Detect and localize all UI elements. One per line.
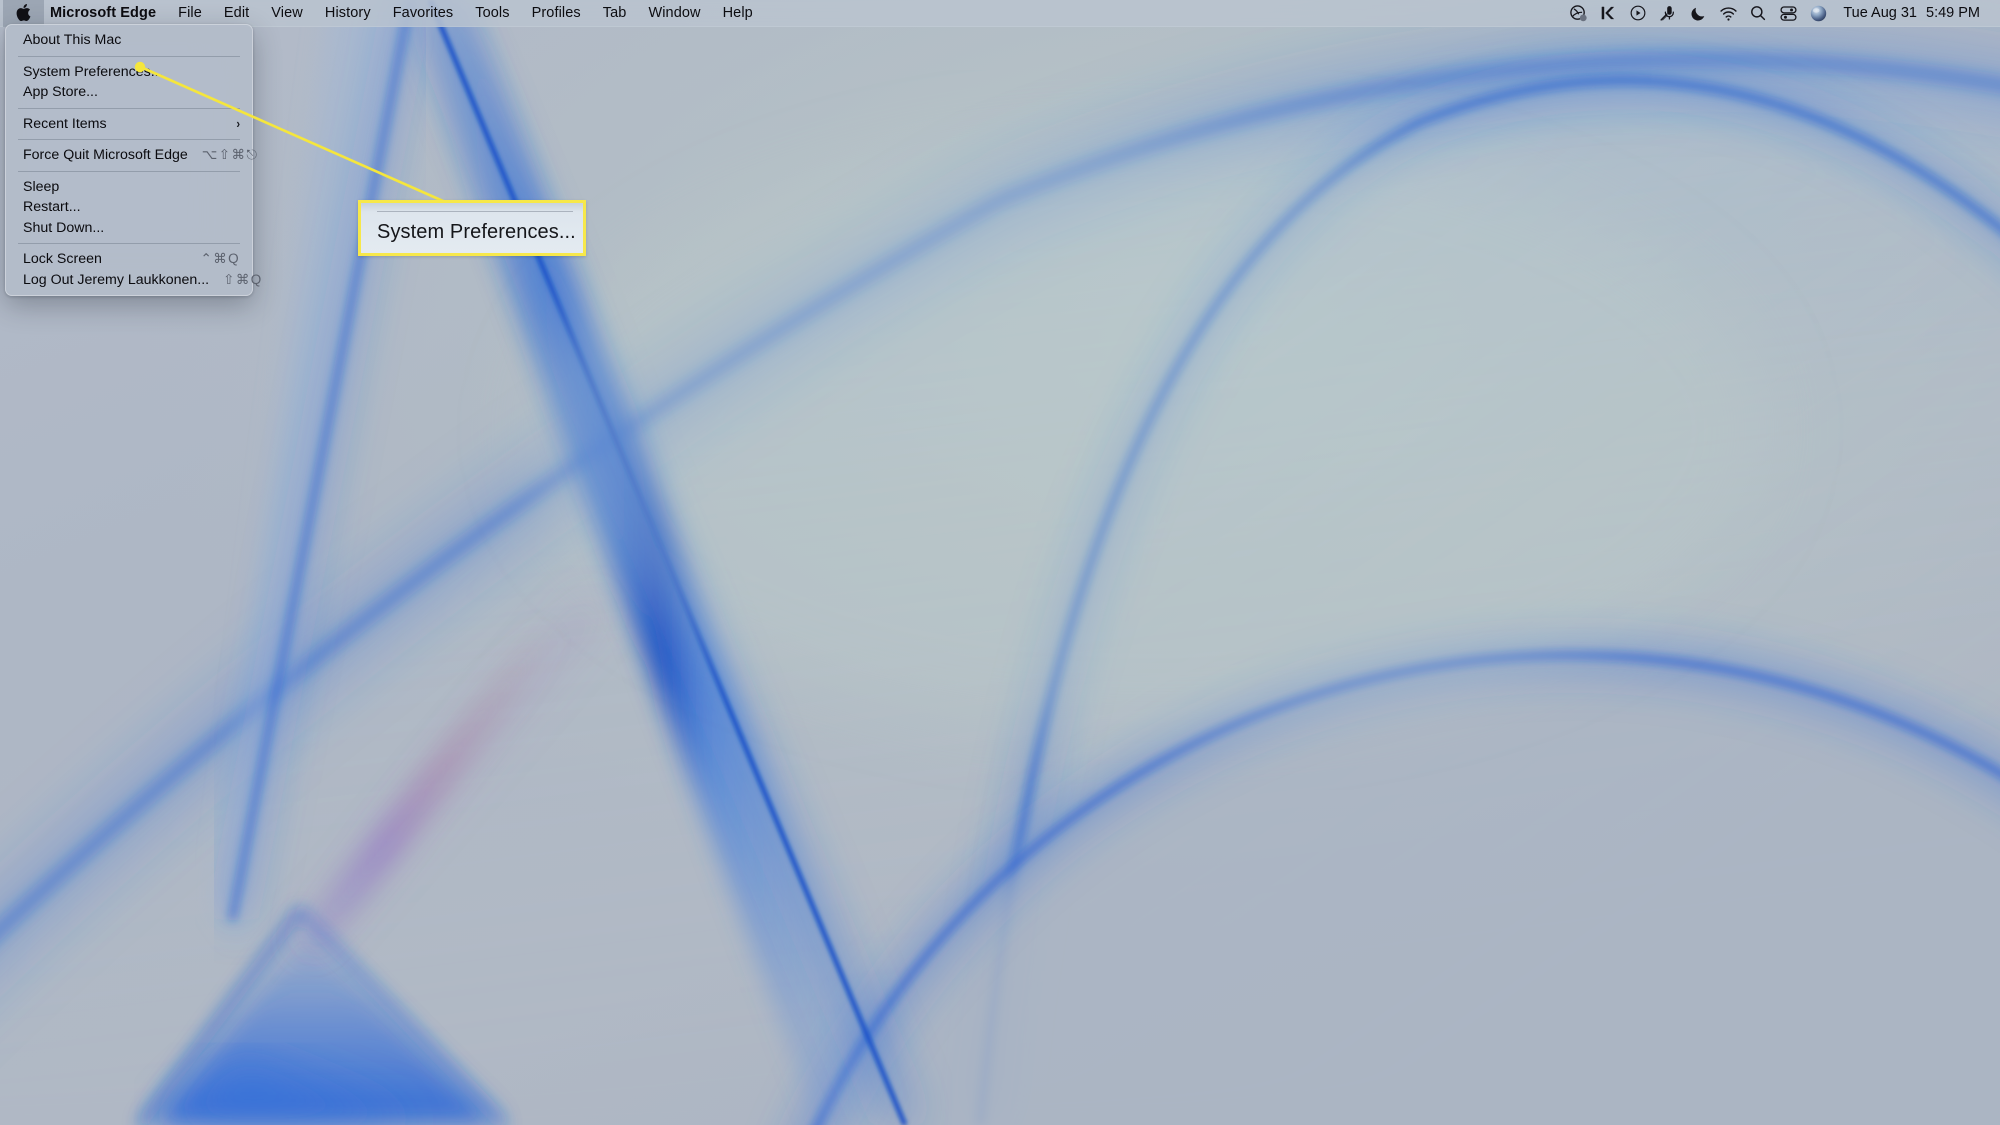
menu-item-favorites[interactable]: Favorites [382,3,465,24]
microphone-mute-icon[interactable] [1653,0,1683,27]
menu-item-history[interactable]: History [314,3,382,24]
krisp-icon[interactable] [1593,0,1623,27]
menu-option-log-out[interactable]: Log Out Jeremy Laukkonen... ⇧⌘Q [6,270,261,291]
menu-option-shortcut: ⌥⇧⌘⎋ [201,147,259,163]
menu-option-label: Shut Down... [23,219,105,236]
menu-option-shortcut: ⇧⌘Q [223,271,263,287]
menu-option-recent-items[interactable]: Recent Items › [6,114,252,135]
menu-option-label: Sleep [23,178,60,195]
menu-option-label: Force Quit Microsoft Edge [23,147,188,164]
menu-separator [18,107,240,109]
zoom-callout-content: System Preferences... App Store... [361,203,583,253]
apple-logo-icon [15,3,31,22]
chevron-right-icon: › [235,116,240,132]
clock-day-date: Tue Aug 31 [1843,5,1917,21]
menu-item-view[interactable]: View [260,3,314,24]
menu-item-edit[interactable]: Edit [213,3,260,24]
control-center-icon[interactable] [1773,0,1803,27]
menu-option-app-store[interactable]: App Store... [6,82,252,103]
menu-option-label: App Store... [23,84,98,101]
spotlight-search-icon[interactable] [1743,0,1773,27]
menu-separator [18,170,240,172]
zoom-callout-line-2: App Store... [377,250,484,253]
menu-option-label: Recent Items [23,115,107,132]
menu-option-label: Restart... [23,199,81,216]
desktop: Microsoft Edge File Edit View History Fa… [0,0,2000,1125]
menu-bar-left: Microsoft Edge File Edit View History Fa… [0,0,764,27]
zoom-callout-line-1: System Preferences... [377,221,576,243]
wallpaper [0,0,2000,1125]
menu-option-label: Lock Screen [23,251,102,268]
menu-option-about-this-mac[interactable]: About This Mac [6,30,252,51]
menu-option-sleep[interactable]: Sleep [6,177,252,198]
menu-app-name[interactable]: Microsoft Edge [44,3,167,24]
do-not-disturb-moon-icon[interactable] [1683,0,1713,27]
clock-time: 5:49 PM [1926,5,1980,21]
menu-item-file[interactable]: File [167,3,213,24]
record-playback-icon[interactable] [1623,0,1653,27]
zoom-callout-divider [377,211,573,212]
menu-option-force-quit[interactable]: Force Quit Microsoft Edge ⌥⇧⌘⎋ [6,145,257,166]
apple-dropdown-menu: About This Mac System Preferences... App… [5,24,261,296]
menu-option-lock-screen[interactable]: Lock Screen ⌃⌘Q [6,249,252,270]
menu-separator [18,139,240,140]
menu-separator [18,243,240,244]
screen-recording-icon[interactable] [1563,0,1593,27]
menu-separator [18,55,240,57]
menu-item-tools[interactable]: Tools [464,3,520,24]
menu-option-shut-down[interactable]: Shut Down... [6,218,252,239]
menu-option-system-preferences[interactable]: System Preferences... [6,62,252,83]
siri-icon[interactable] [1803,0,1833,27]
menu-item-tab[interactable]: Tab [592,3,638,24]
menu-option-restart[interactable]: Restart... [6,197,252,218]
menu-option-label: About This Mac [23,32,122,49]
menu-item-profiles[interactable]: Profiles [521,3,592,24]
menu-bar: Microsoft Edge File Edit View History Fa… [0,0,2000,27]
menu-option-label: System Preferences... [23,63,163,80]
wifi-icon[interactable] [1713,0,1743,27]
menu-item-help[interactable]: Help [712,3,764,24]
apple-menu-button[interactable] [3,0,44,27]
menu-bar-status-area: Tue Aug 31 5:49 PM [1563,0,2000,27]
zoom-callout-box: System Preferences... App Store... [358,200,586,256]
menu-option-label: Log Out Jeremy Laukkonen... [23,271,210,288]
menu-bar-clock[interactable]: Tue Aug 31 5:49 PM [1833,5,1986,21]
menu-option-shortcut: ⌃⌘Q [200,251,240,267]
menu-item-window[interactable]: Window [637,3,711,24]
